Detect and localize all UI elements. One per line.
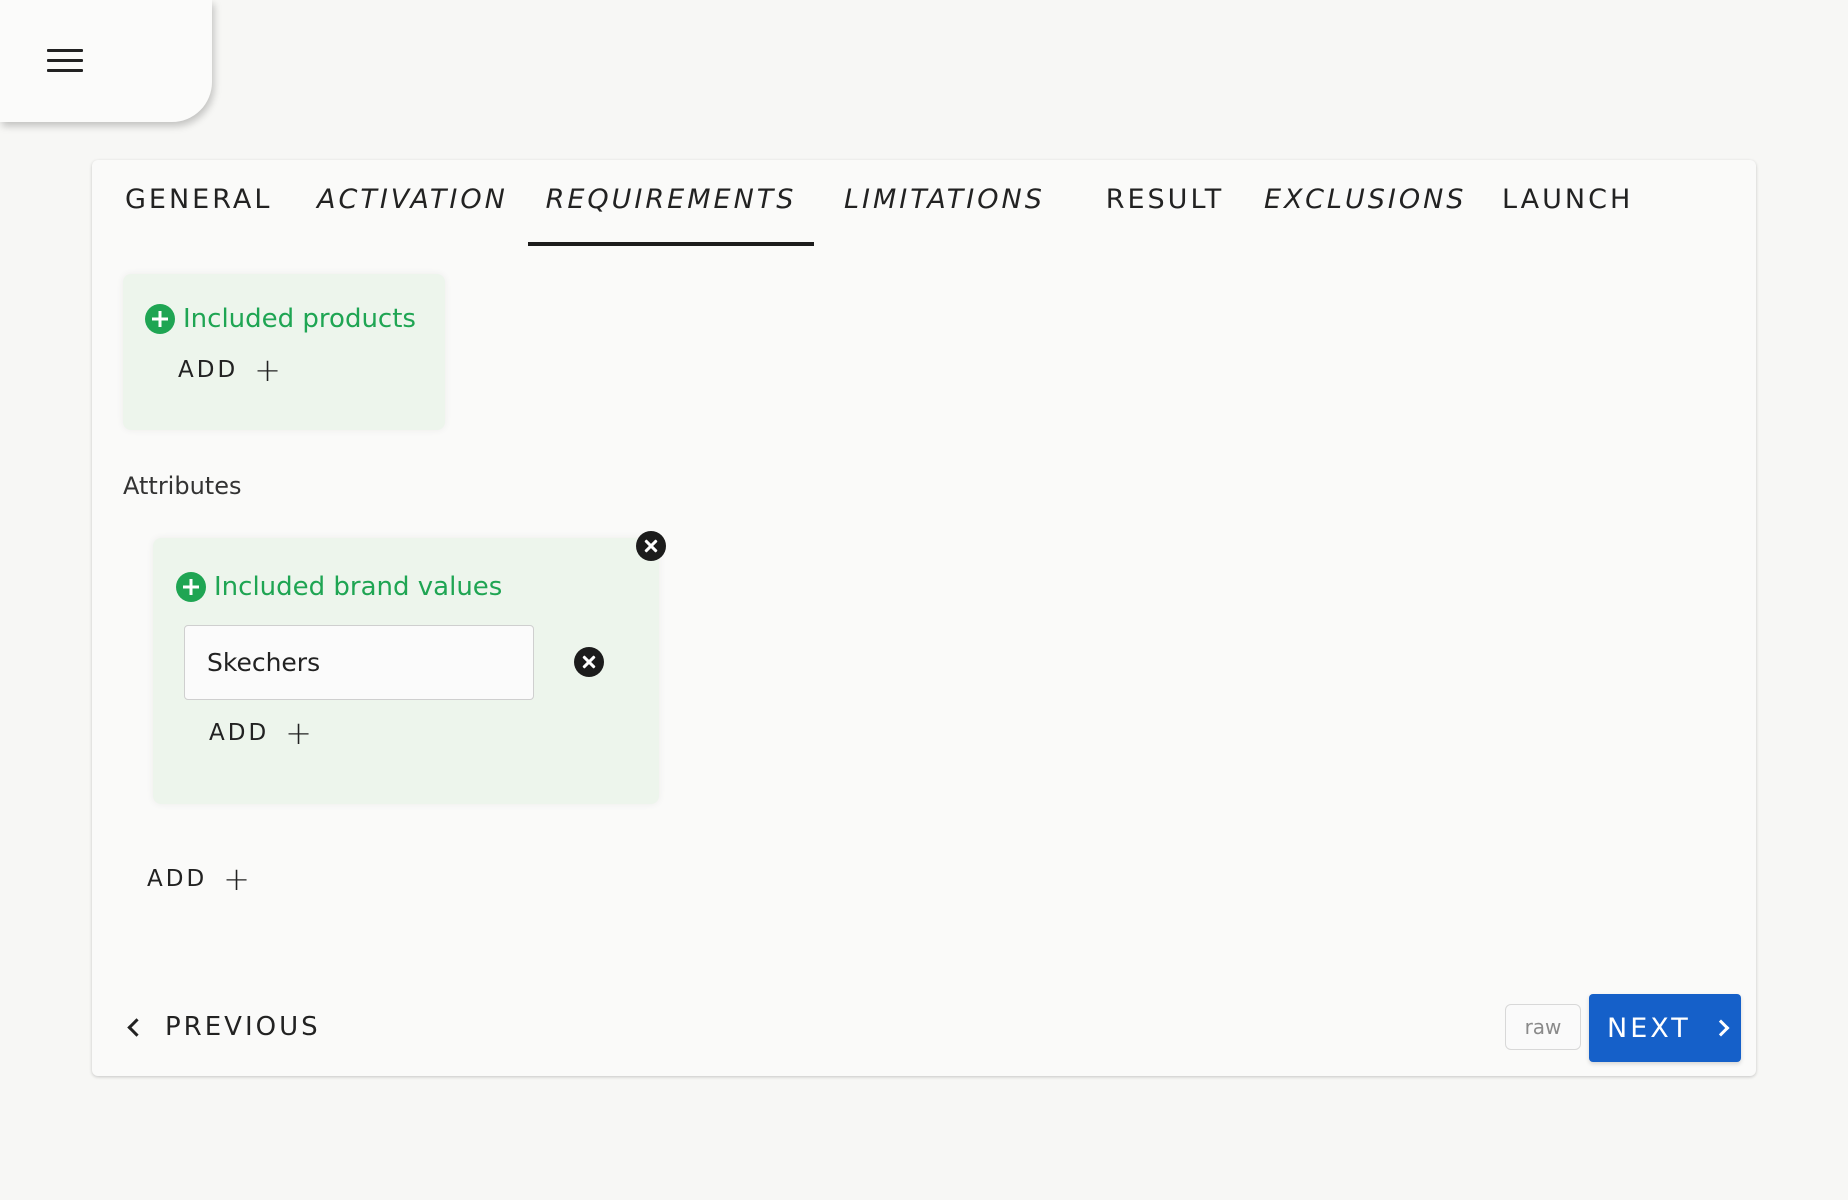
included-brand-values-title[interactable]: Included brand values — [176, 572, 502, 602]
included-products-group: Included products ADD + — [123, 274, 445, 430]
requirements-card: GENERAL ACTIVATION REQUIREMENTS LIMITATI… — [92, 160, 1756, 1076]
plus-circle-icon — [176, 572, 206, 602]
plus-circle-icon — [145, 304, 175, 334]
add-label: ADD — [147, 866, 208, 892]
hamburger-icon[interactable] — [47, 49, 83, 75]
next-button[interactable]: NEXT — [1589, 994, 1741, 1062]
remove-attribute-icon[interactable] — [636, 531, 666, 561]
tab-label: REQUIREMENTS — [545, 184, 797, 215]
raw-button[interactable]: raw — [1505, 1004, 1581, 1050]
tab-general[interactable]: GENERAL — [125, 184, 269, 246]
tab-limitations[interactable]: LIMITATIONS — [844, 184, 1042, 246]
tab-label: GENERAL — [125, 184, 273, 215]
add-brand-value-button[interactable]: ADD + — [209, 717, 312, 749]
plus-icon: + — [285, 714, 312, 752]
plus-icon: + — [223, 860, 250, 898]
remove-brand-value-icon[interactable] — [574, 647, 604, 677]
chevron-left-icon — [127, 1017, 146, 1037]
tab-bar: GENERAL ACTIVATION REQUIREMENTS LIMITATI… — [92, 160, 1756, 246]
brand-value-input[interactable] — [184, 625, 534, 700]
add-label: ADD — [178, 357, 239, 383]
tab-label: LAUNCH — [1502, 184, 1634, 215]
tab-activation[interactable]: ACTIVATION — [317, 184, 505, 246]
add-label: ADD — [209, 720, 270, 746]
next-label: NEXT — [1607, 1012, 1691, 1044]
chevron-right-icon — [1712, 1019, 1730, 1037]
previous-label: PREVIOUS — [165, 1012, 321, 1042]
attributes-label: Attributes — [123, 472, 242, 500]
tab-label: RESULT — [1105, 184, 1225, 215]
tab-label: LIMITATIONS — [844, 184, 1045, 215]
active-tab-indicator — [528, 242, 814, 246]
nav-menu-card — [0, 0, 212, 122]
tab-label: EXCLUSIONS — [1264, 184, 1467, 215]
tab-label: ACTIVATION — [317, 184, 508, 215]
tab-exclusions[interactable]: EXCLUSIONS — [1264, 184, 1463, 246]
included-products-title[interactable]: Included products — [145, 304, 416, 334]
add-attribute-button[interactable]: ADD + — [147, 863, 250, 895]
previous-button[interactable]: PREVIOUS — [127, 1012, 321, 1042]
add-product-button[interactable]: ADD + — [178, 354, 281, 386]
group-title-text: Included products — [183, 304, 416, 334]
tab-launch[interactable]: LAUNCH — [1502, 184, 1630, 246]
group-title-text: Included brand values — [214, 572, 503, 602]
plus-icon: + — [254, 351, 281, 389]
tab-requirements[interactable]: REQUIREMENTS — [528, 184, 814, 246]
tab-result[interactable]: RESULT — [1095, 184, 1235, 246]
